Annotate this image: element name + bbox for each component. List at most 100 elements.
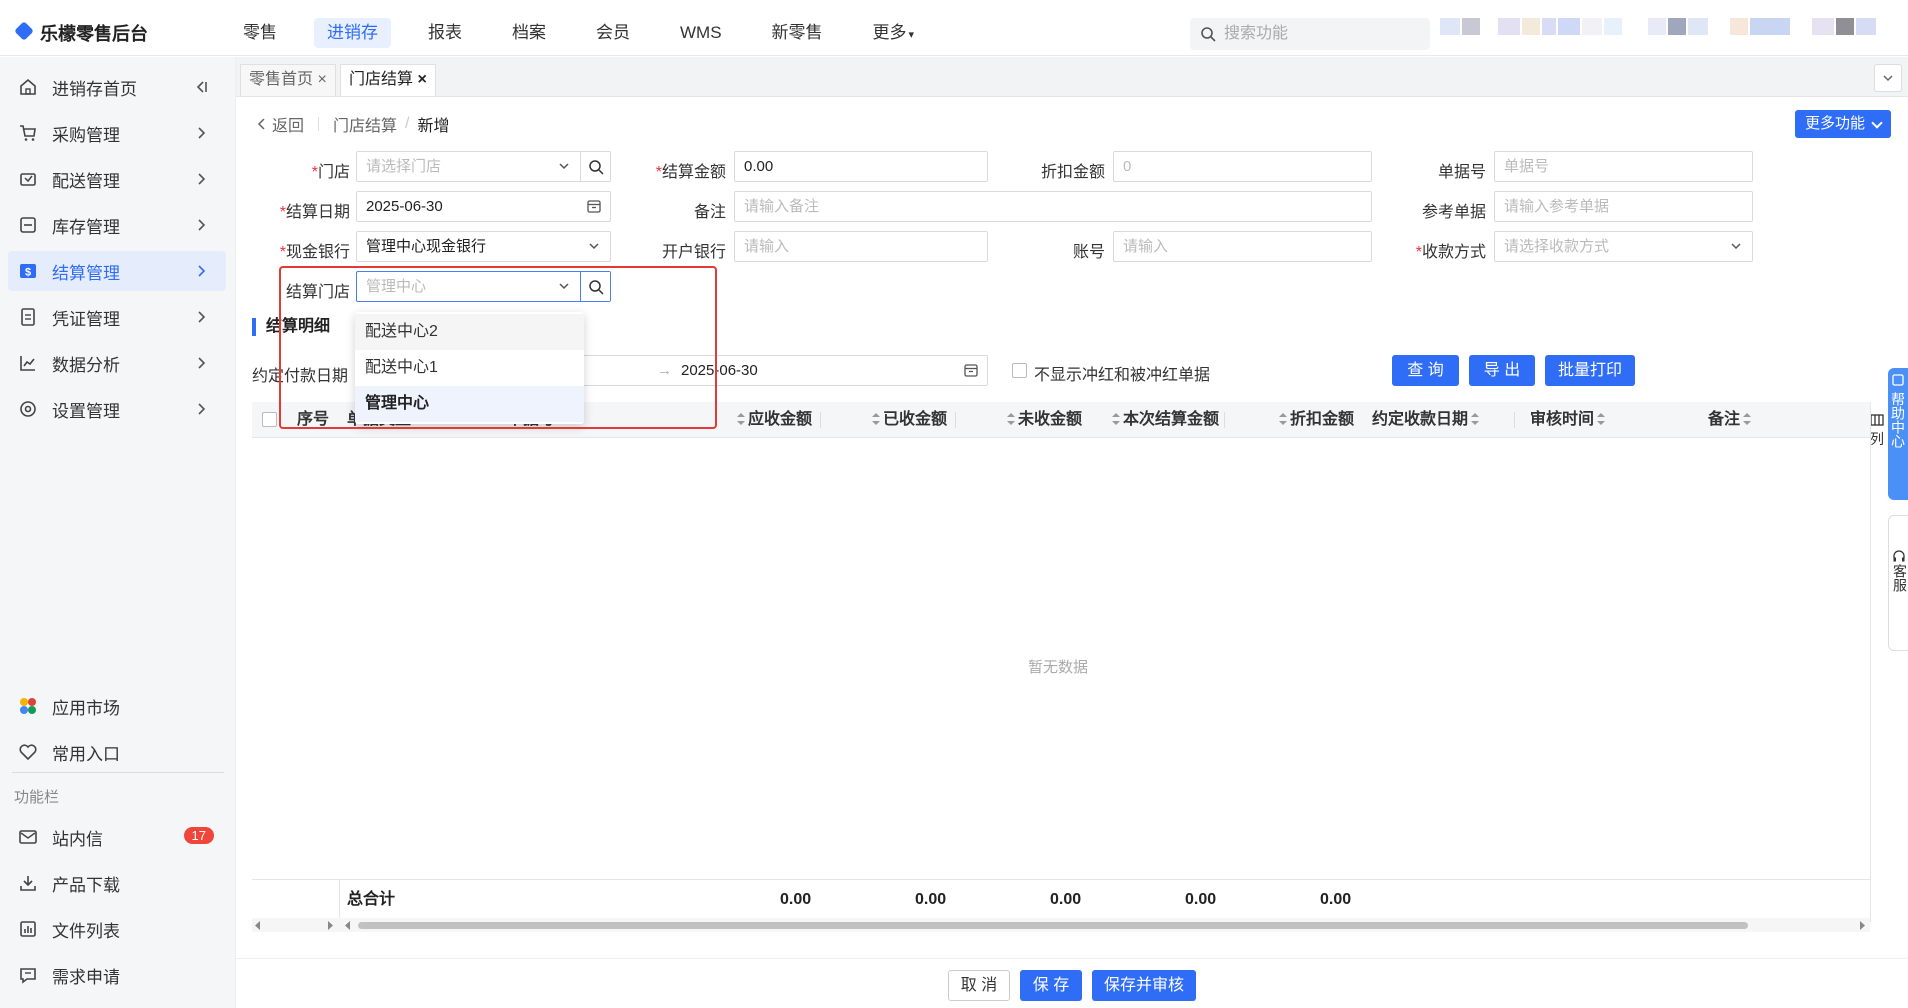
save-button[interactable]: 保 存 [1020, 970, 1082, 1001]
close-icon[interactable]: × [417, 71, 426, 88]
doc-no-input[interactable]: 单据号 [1494, 151, 1753, 182]
sort-icon [872, 413, 880, 425]
empty-state-text: 暂无数据 [1028, 659, 1089, 676]
col-current-settle[interactable]: 本次结算金额 [1112, 402, 1219, 438]
top-bar: 乐檬零售后台 零售 进销存 报表 档案 会员 WMS 新零售 更多 ▾ 搜索功能 [0, 10, 1908, 56]
col-remark[interactable]: 备注 [1708, 402, 1754, 438]
remark-input[interactable]: 请输入备注 [734, 191, 1372, 222]
more-functions-button[interactable]: 更多功能 [1794, 110, 1891, 138]
tab-dropdown-button[interactable] [1874, 64, 1902, 92]
function-search-input[interactable]: 搜索功能 [1190, 18, 1430, 50]
sidebar-item-data-analysis[interactable]: 数据分析 [8, 343, 226, 383]
customer-service-tab[interactable]: 客服 [1888, 515, 1908, 651]
collapse-sidebar-icon[interactable] [192, 78, 210, 96]
breadcrumb-current: 新增 [417, 118, 450, 135]
delivery-icon [18, 169, 38, 189]
sort-icon [1112, 413, 1120, 425]
topnav-wms[interactable]: WMS [667, 18, 735, 48]
save-and-audit-button[interactable]: 保存并审核 [1092, 970, 1196, 1001]
tab-retail-home[interactable]: 零售首页 × [240, 64, 336, 96]
breadcrumb-parent[interactable]: 门店结算 [333, 112, 397, 136]
topnav-inventory[interactable]: 进销存 [314, 18, 391, 48]
chevron-right-icon [198, 403, 206, 415]
settle-date-picker[interactable]: 2025-06-30 [356, 191, 611, 222]
store-placeholder: 请选择门店 [366, 158, 442, 175]
col-receivable[interactable]: 应收金额 [737, 402, 812, 438]
sidebar-item-settings[interactable]: 设置管理 [8, 389, 226, 429]
hide-red-label: 不显示冲红和被冲红单据 [1034, 367, 1211, 384]
total-divider [339, 880, 340, 920]
open-bank-input[interactable]: 请输入 [734, 231, 988, 262]
topnav-member[interactable]: 会员 [583, 18, 643, 48]
back-label: 返回 [272, 118, 305, 135]
ref-doc-input[interactable]: 请输入参考单据 [1494, 191, 1753, 222]
scroll-left-icon[interactable] [344, 921, 352, 930]
discount-amount-input[interactable]: 0 [1113, 151, 1372, 182]
sidebar-item-app-market[interactable]: 应用市场 [8, 686, 226, 726]
search-placeholder: 搜索功能 [1224, 25, 1289, 42]
sidebar-item-delivery[interactable]: 配送管理 [8, 159, 226, 199]
col-label: 约定收款日期 [1372, 411, 1469, 428]
col-agreed-date[interactable]: 约定收款日期 [1372, 402, 1482, 438]
sidebar-item-stock[interactable]: 库存管理 [8, 205, 226, 245]
account-input[interactable]: 请输入 [1113, 231, 1372, 262]
sidebar-item-purchase[interactable]: 采购管理 [8, 113, 226, 153]
sidebar-item-inventory-home[interactable]: 进销存首页 [8, 67, 226, 107]
tab-store-settlement[interactable]: 门店结算 × [340, 64, 436, 96]
scroll-right-icon[interactable] [326, 921, 334, 930]
back-link[interactable]: 返回 [256, 112, 304, 136]
help-icon [1892, 374, 1904, 386]
select-all-checkbox[interactable] [262, 412, 277, 427]
highlight-annotation-box [279, 266, 717, 429]
app-logo[interactable]: 乐檬零售后台 [16, 20, 148, 46]
doc-no-label: 单据号 [1437, 164, 1486, 181]
export-button[interactable]: 导 出 [1469, 355, 1535, 386]
sidebar-item-requests[interactable]: 需求申请 [8, 955, 226, 995]
chevron-right-icon [198, 219, 206, 231]
query-button[interactable]: 查 询 [1392, 355, 1459, 386]
top-nav: 零售 进销存 报表 档案 会员 WMS 新零售 更多 ▾ [230, 18, 951, 48]
sidebar-item-file-list[interactable]: 文件列表 [8, 909, 226, 949]
sidebar-item-voucher[interactable]: 凭证管理 [8, 297, 226, 337]
col-received[interactable]: 已收金额 [872, 402, 947, 438]
total-discount: 0.00 [1320, 891, 1352, 908]
unread-count-badge: 17 [183, 827, 214, 844]
sidebar-item-messages[interactable]: 站内信 17 [8, 817, 226, 857]
col-audit-time[interactable]: 审核时间 [1530, 402, 1608, 438]
col-discount[interactable]: 折扣金额 [1279, 402, 1354, 438]
close-icon[interactable]: × [317, 71, 326, 88]
sidebar-item-label: 结算管理 [52, 263, 120, 283]
topnav-archive[interactable]: 档案 [499, 18, 559, 48]
col-divider [820, 412, 821, 428]
pay-method-select[interactable]: 请选择收款方式 [1494, 231, 1753, 262]
sidebar-item-product-download[interactable]: 产品下载 [8, 863, 226, 903]
cash-bank-select[interactable]: 管理中心现金银行 [356, 231, 611, 262]
sort-icon [737, 413, 745, 425]
sidebar-item-favorites[interactable]: 常用入口 [8, 732, 226, 772]
settle-amount-input[interactable]: 0.00 [734, 151, 988, 182]
topnav-new-retail[interactable]: 新零售 [759, 18, 836, 48]
store-select[interactable]: 请选择门店 [356, 151, 611, 182]
sidebar-item-label: 常用入口 [52, 744, 120, 764]
settle-date-value: 2025-06-30 [366, 198, 443, 215]
topnav-more[interactable]: 更多 ▾ [860, 18, 928, 48]
col-unreceived[interactable]: 未收金额 [1007, 402, 1082, 438]
scrollbar-thumb[interactable] [358, 922, 1748, 929]
horizontal-scrollbar[interactable] [252, 918, 1870, 932]
cancel-button[interactable]: 取 消 [948, 970, 1010, 1001]
svg-text:$: $ [25, 267, 31, 279]
scroll-right-icon[interactable] [1858, 921, 1866, 930]
col-label: 未收金额 [1018, 411, 1083, 428]
hide-red-checkbox[interactable] [1012, 363, 1027, 378]
sidebar-item-settlement[interactable]: $ 结算管理 [8, 251, 226, 291]
store-search-button[interactable] [580, 152, 610, 181]
help-center-tab[interactable]: 帮助中心 [1888, 368, 1908, 500]
chevron-down-icon [559, 163, 569, 170]
sidebar-item-label: 应用市场 [52, 698, 120, 718]
download-icon [18, 873, 38, 893]
topnav-report[interactable]: 报表 [415, 18, 475, 48]
batch-print-button[interactable]: 批量打印 [1545, 355, 1635, 386]
chart-icon [18, 353, 38, 373]
topnav-retail[interactable]: 零售 [230, 18, 290, 48]
scroll-left-icon[interactable] [254, 921, 262, 930]
